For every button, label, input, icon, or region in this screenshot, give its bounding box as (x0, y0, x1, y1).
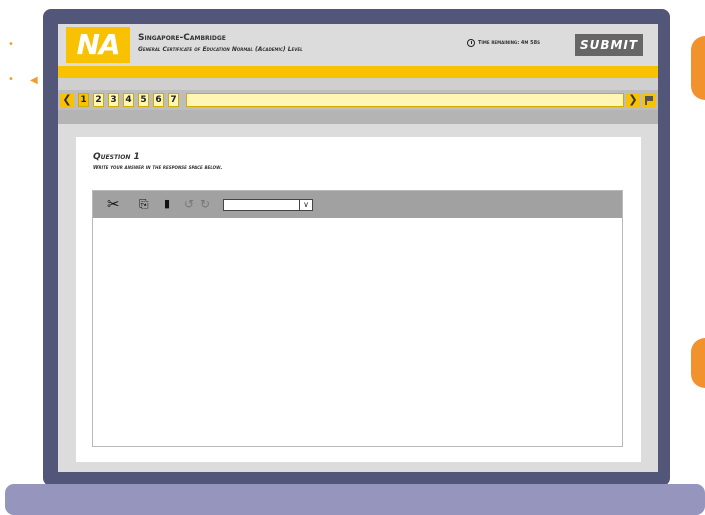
question-tab[interactable]: 4 (123, 93, 134, 107)
chevron-right-icon: ❯ (628, 93, 638, 106)
redo-icon[interactable]: ↻ (200, 197, 210, 211)
chevron-down-icon: ∨ (299, 200, 312, 210)
question-tab[interactable]: 1 (78, 93, 89, 107)
response-editor: ✂ ⎘ ▮ ↺ ↻ ∨ (92, 190, 623, 447)
question-card: Question 1 Write your answer in the resp… (76, 137, 641, 462)
submit-button[interactable]: SUBMIT (575, 34, 643, 56)
exam-subtitle: General Certificate of Education Normal … (138, 46, 303, 53)
response-textarea[interactable] (93, 218, 622, 446)
exam-title: Singapore-Cambridge (138, 33, 226, 43)
question-progress-track (186, 93, 624, 107)
accent-bar (58, 66, 658, 78)
clock-icon (467, 39, 475, 47)
format-select[interactable]: ∨ (223, 199, 313, 211)
editor-toolbar: ✂ ⎘ ▮ ↺ ↻ ∨ (93, 191, 622, 218)
divider-band (58, 110, 658, 124)
chevron-left-icon: ❮ (62, 93, 72, 106)
exam-header: NA Singapore-Cambridge General Certifica… (58, 24, 658, 66)
decoration-arrow: ◀ (30, 75, 38, 86)
logo: NA (66, 27, 130, 63)
paste-icon[interactable]: ▮ (164, 197, 170, 211)
question-tab[interactable]: 7 (168, 93, 179, 107)
divider-band (58, 78, 658, 90)
question-instruction: Write your answer in the response space … (93, 165, 223, 171)
flag-icon[interactable] (642, 93, 656, 107)
next-question-button[interactable]: ❯ (626, 93, 640, 107)
question-tab[interactable]: 6 (153, 93, 164, 107)
decoration-shape (691, 36, 705, 100)
decoration-shape (691, 338, 705, 388)
question-tab[interactable]: 2 (93, 93, 104, 107)
question-tab[interactable]: 3 (108, 93, 119, 107)
cut-icon[interactable]: ✂ (107, 197, 120, 212)
copy-icon[interactable]: ⎘ (139, 197, 149, 211)
decoration-dot: • (8, 39, 14, 50)
question-navigation: ❮ 1 2 3 4 5 6 7 ❯ (58, 90, 658, 110)
undo-icon[interactable]: ↺ (184, 197, 194, 211)
timer: Time remaining: 4m 58s (467, 39, 540, 47)
question-tab[interactable]: 5 (138, 93, 149, 107)
timer-text: Time remaining: 4m 58s (478, 40, 540, 46)
prev-question-button[interactable]: ❮ (60, 93, 74, 107)
question-title: Question 1 (93, 152, 140, 162)
exam-screen: NA Singapore-Cambridge General Certifica… (58, 24, 658, 472)
laptop-base (5, 484, 705, 515)
decoration-dot: • (8, 74, 14, 85)
